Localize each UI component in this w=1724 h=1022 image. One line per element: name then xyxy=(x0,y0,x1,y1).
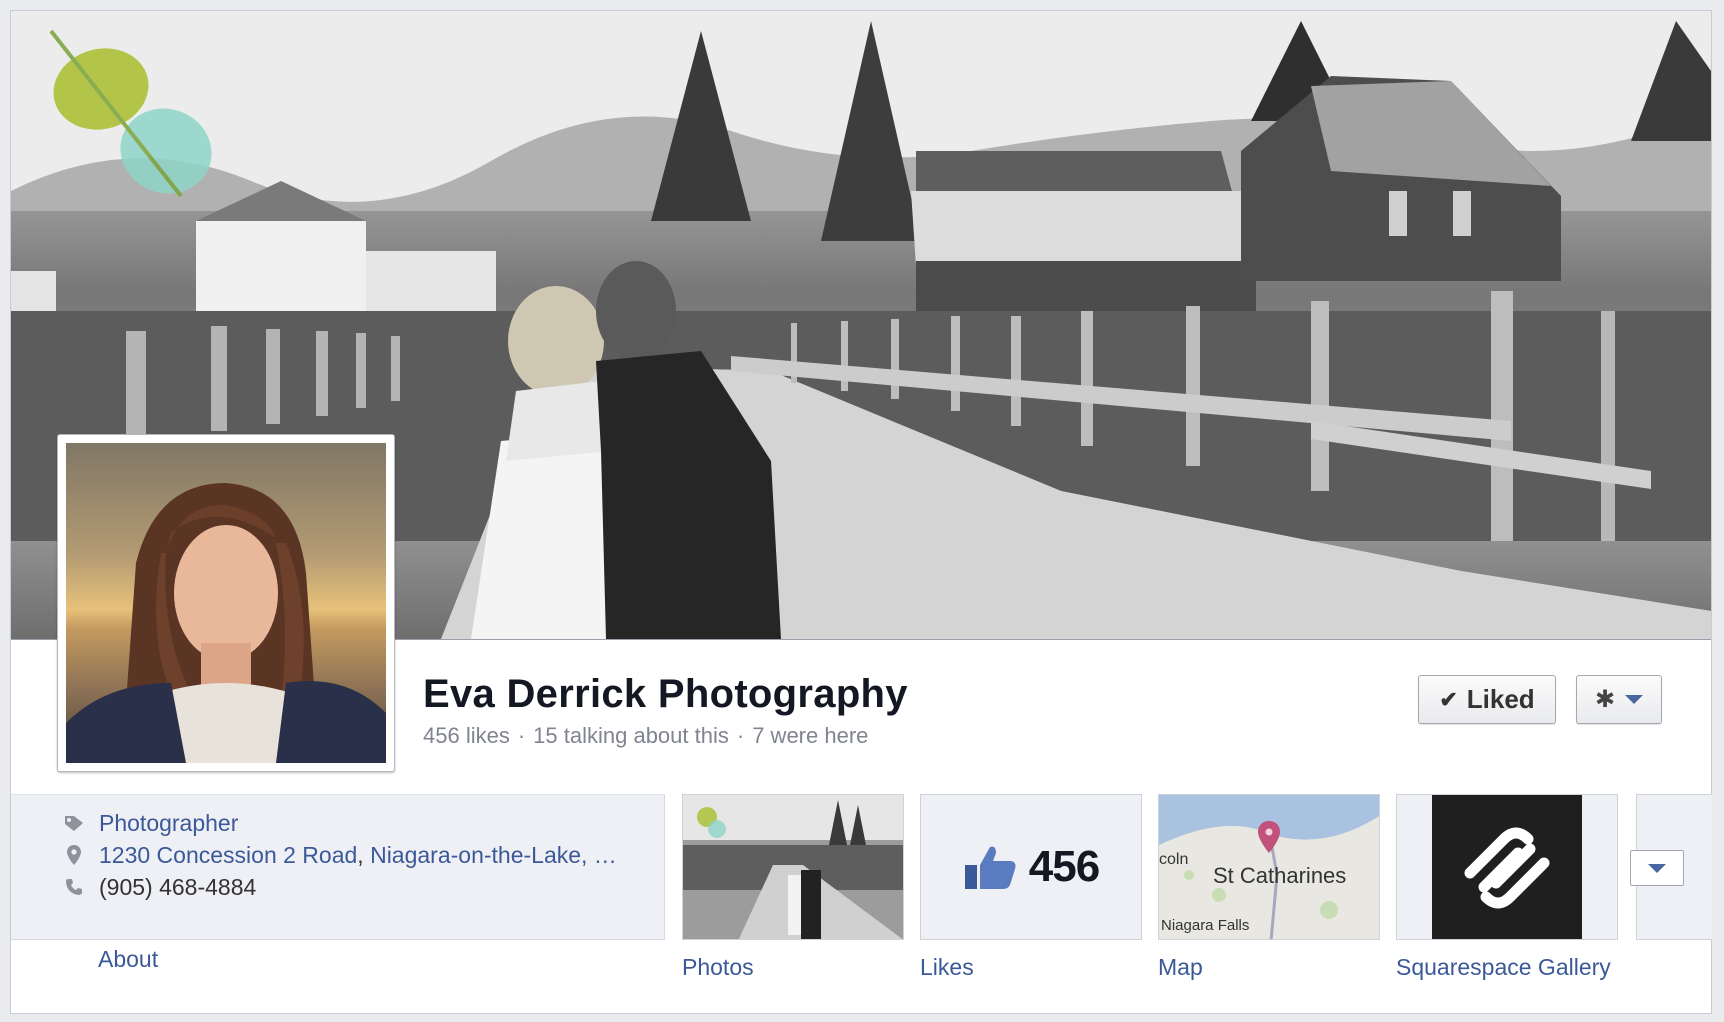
thumbs-up-icon xyxy=(964,846,1016,889)
likes-tile[interactable]: 456 xyxy=(920,794,1142,940)
map-edge-text: coln xyxy=(1159,851,1189,868)
photos-tile[interactable] xyxy=(682,794,904,940)
photos-thumbnail xyxy=(683,795,903,939)
profile-photo xyxy=(66,443,386,763)
more-apps-button[interactable] xyxy=(1630,850,1684,886)
page-title: Eva Derrick Photography xyxy=(423,672,908,716)
squarespace-logo-icon xyxy=(1464,827,1550,909)
page-stats: 456 likes · 15 talking about this · 7 were h… xyxy=(423,723,868,749)
likes-label[interactable]: Likes xyxy=(920,954,974,981)
liked-button[interactable]: ✔ Liked xyxy=(1418,675,1556,724)
info-phone-row: (905) 468-4884 xyxy=(63,871,256,903)
likes-count: 456 xyxy=(1028,842,1100,891)
page-info-box: Photographer 1230 Concession 2 Road, Nia… xyxy=(11,794,665,940)
liked-button-label: Liked xyxy=(1466,684,1535,714)
gear-icon: ✱ xyxy=(1594,686,1616,713)
map-pin-icon xyxy=(63,844,85,866)
map-city-label: St Catharines xyxy=(1213,863,1347,888)
tag-icon xyxy=(63,814,85,832)
map-label[interactable]: Map xyxy=(1158,954,1203,981)
about-link[interactable]: About xyxy=(98,946,158,973)
phone-icon xyxy=(63,878,85,896)
info-address-row: 1230 Concession 2 Road, Niagara-on-the-L… xyxy=(63,839,617,871)
separator: · xyxy=(736,723,745,748)
chevron-down-icon xyxy=(1625,695,1644,704)
map-falls-label: Niagara Falls xyxy=(1161,917,1250,934)
photos-label[interactable]: Photos xyxy=(682,954,754,981)
talking-about-text: 15 talking about this xyxy=(533,723,729,748)
squarespace-tile[interactable] xyxy=(1396,794,1618,940)
profile-portrait-graphic xyxy=(66,483,386,763)
category-link[interactable]: Photographer xyxy=(99,810,238,837)
chevron-down-icon xyxy=(1648,863,1666,873)
profile-picture[interactable] xyxy=(57,434,395,772)
info-category-row: Photographer xyxy=(63,807,238,839)
squarespace-logo-bg xyxy=(1432,795,1582,939)
phone-number: (905) 468-4884 xyxy=(99,873,257,900)
were-here-text: 7 were here xyxy=(752,723,869,748)
separator: · xyxy=(517,723,526,748)
squarespace-label[interactable]: Squarespace Gallery xyxy=(1396,954,1611,981)
address-street-link[interactable]: 1230 Concession 2 Road xyxy=(99,842,357,869)
likes-count-text: 456 likes xyxy=(423,723,510,748)
settings-dropdown-button[interactable]: ✱ xyxy=(1576,675,1662,724)
address-city-link[interactable]: Niagara-on-the-Lake, … xyxy=(370,842,617,869)
checkmark-icon: ✔ xyxy=(1439,686,1458,712)
map-tile[interactable]: coln St Catharines Niagara Falls xyxy=(1158,794,1380,940)
address-comma: , xyxy=(357,841,371,868)
